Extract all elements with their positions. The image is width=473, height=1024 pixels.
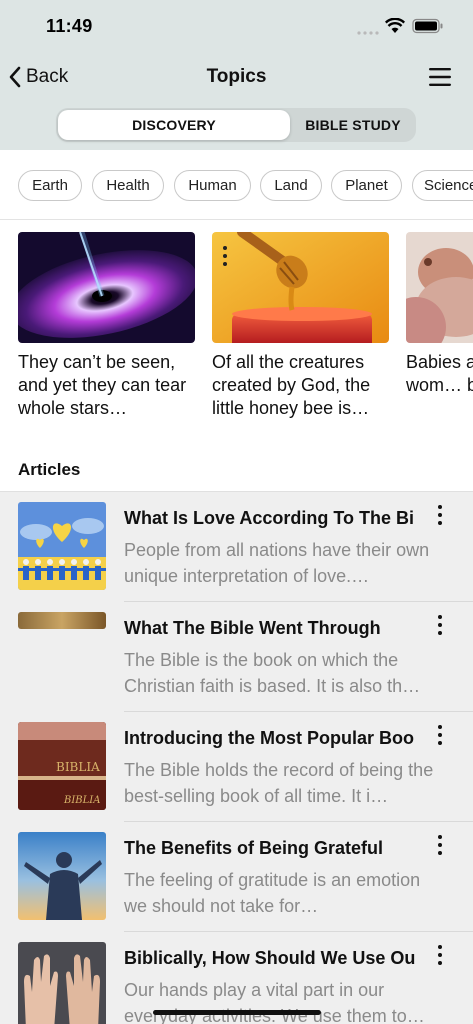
menu-icon[interactable] <box>428 66 452 88</box>
article-thumbnail: BIBLIA BIBLIA <box>18 722 106 810</box>
chip-human[interactable]: Human <box>174 170 251 201</box>
discovery-card[interactable]: Of all the creatures created by God, the… <box>212 232 390 421</box>
back-button[interactable]: Back <box>8 64 68 90</box>
list-item[interactable]: What Is Love According To The Bi People … <box>0 492 473 602</box>
more-options-icon[interactable] <box>436 615 444 639</box>
more-options-icon[interactable] <box>436 835 444 859</box>
article-description: Our hands play a vital part in our every… <box>124 980 425 1024</box>
chip-earth[interactable]: Earth <box>18 170 82 201</box>
back-label: Back <box>26 66 69 87</box>
discovery-card[interactable]: They can’t be seen, and yet they can tea… <box>18 232 196 421</box>
article-description: People from all nations have their own u… <box>124 540 430 586</box>
article-description: The Bible is the book on which the Chris… <box>124 650 421 696</box>
top-header-area: 11:49 Back Topics DISCOVERY BIBLE STUDY <box>0 0 473 150</box>
tab-discovery[interactable]: DISCOVERY <box>58 110 290 140</box>
articles-list: What Is Love According To The Bi People … <box>0 491 473 1024</box>
topic-chips: Earth Health Human Land Planet Science <box>0 150 473 220</box>
chip-science[interactable]: Science <box>412 170 473 201</box>
discovery-cards: They can’t be seen, and yet they can tea… <box>0 221 473 451</box>
cellular-signal-icon <box>357 31 379 35</box>
list-item[interactable]: The Benefits of Being Grateful The feeli… <box>0 822 473 932</box>
segmented-control: DISCOVERY BIBLE STUDY <box>56 108 416 142</box>
list-item[interactable]: What The Bible Went Through The Bible is… <box>0 602 473 712</box>
status-time: 11:49 <box>46 16 93 36</box>
more-options-icon[interactable] <box>436 725 444 749</box>
article-title: Biblically, How Should We Use Ou <box>124 948 416 968</box>
chip-planet[interactable]: Planet <box>331 170 402 201</box>
article-thumbnail <box>18 832 106 920</box>
bible-spine-text: BIBLIA <box>63 795 100 806</box>
mother-baby-image <box>406 232 473 343</box>
discovery-card[interactable]: Babies a… and wom… beings. <box>406 232 473 421</box>
navigation-bar: Back Topics <box>0 58 473 96</box>
status-bar: 11:49 <box>0 0 473 54</box>
wifi-icon <box>385 18 405 33</box>
card-more-icon[interactable] <box>222 246 228 270</box>
card-text: Babies a… and wom… beings. <box>406 352 473 395</box>
tab-bible-study[interactable]: BIBLE STUDY <box>292 110 414 140</box>
card-text: They can’t be seen, and yet they can tea… <box>18 352 187 418</box>
list-item[interactable]: BIBLIA BIBLIA Introducing the Most Popul… <box>0 712 473 822</box>
more-options-icon[interactable] <box>436 505 444 529</box>
article-title: What The Bible Went Through <box>124 618 381 638</box>
chip-land[interactable]: Land <box>260 170 322 201</box>
card-text: Of all the creatures created by God, the… <box>212 352 371 418</box>
chip-health[interactable]: Health <box>92 170 164 201</box>
more-options-icon[interactable] <box>436 945 444 969</box>
bible-spine-text: BIBLIA <box>56 760 100 774</box>
article-thumbnail <box>18 502 106 590</box>
page-title: Topics <box>206 66 267 87</box>
honey-image <box>212 232 389 343</box>
articles-heading: Articles <box>18 460 81 479</box>
article-title: What Is Love According To The Bi <box>124 508 415 528</box>
battery-icon <box>412 18 443 34</box>
article-title: Introducing the Most Popular Boo <box>124 728 414 748</box>
black-hole-image <box>18 232 195 343</box>
article-thumbnail <box>18 612 106 629</box>
article-description: The feeling of gratitude is an emotion w… <box>124 870 421 916</box>
article-title: The Benefits of Being Grateful <box>124 838 384 858</box>
home-indicator[interactable] <box>153 1010 321 1015</box>
article-description: The Bible holds the record of being the … <box>124 760 434 806</box>
article-thumbnail <box>18 942 106 1024</box>
chevron-left-icon <box>9 66 21 88</box>
